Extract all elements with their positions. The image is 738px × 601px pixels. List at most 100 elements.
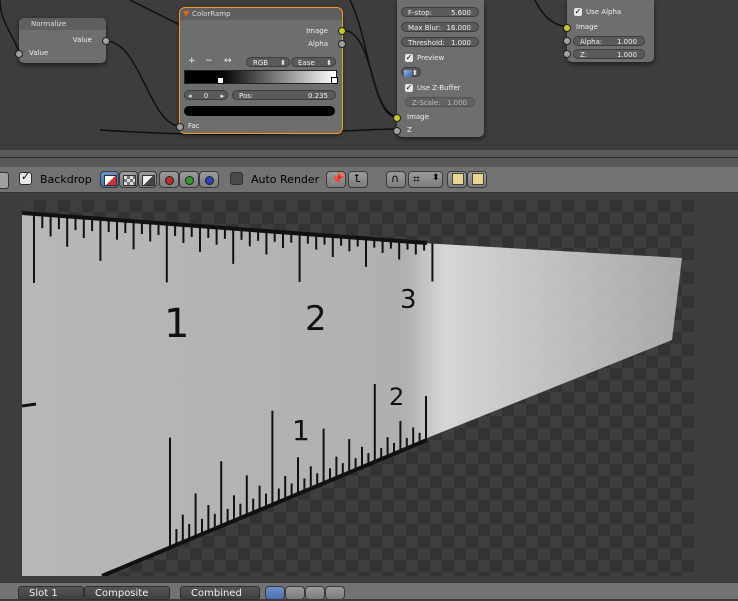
max-blur-value: 16.000: [446, 24, 472, 32]
defocus-input-z-label: Z: [407, 126, 412, 134]
use-zbuffer-label: Use Z-Buffer: [417, 84, 461, 92]
fstop-label: F-stop:: [408, 9, 433, 17]
preview-checkbox[interactable]: ✓: [405, 54, 413, 62]
blue-channel-button[interactable]: [199, 171, 219, 188]
snap-element-select[interactable]: ⌗ ⬍: [408, 171, 443, 188]
z-label: Z:: [580, 51, 588, 59]
image-value: Composite: [95, 588, 149, 599]
color-swatch[interactable]: [184, 106, 335, 116]
alpha-field[interactable]: Alpha: 1.000: [573, 36, 645, 46]
colorramp-output-alpha-label: Alpha: [308, 40, 328, 48]
header-edge-button[interactable]: [0, 172, 9, 189]
fstop-field[interactable]: F-stop: 5.600: [401, 7, 479, 17]
interpolation-select[interactable]: Ease ⬍: [291, 57, 336, 67]
normalize-node[interactable]: Normalize Value Value: [15, 18, 110, 63]
parent-tree-button[interactable]: ⮤: [348, 171, 368, 188]
alpha-button[interactable]: [119, 171, 138, 188]
arrow-left-icon: ◂: [188, 92, 192, 100]
zscale-value: 1.000: [446, 99, 467, 107]
upper-scale-label-3: 3: [400, 285, 417, 315]
pin-button[interactable]: 📌: [326, 171, 346, 188]
link-top-image: [349, 0, 398, 118]
blue-channel-icon: [205, 176, 214, 185]
normalize-input-socket[interactable]: [15, 50, 23, 58]
ramp-stop-handle-1[interactable]: [331, 77, 338, 84]
color-ramp-gradient[interactable]: [184, 70, 337, 84]
snap-toggle-button[interactable]: ∩: [386, 171, 406, 188]
defocus-input-image-label: Image: [407, 113, 429, 121]
threshold-label: Threshold:: [408, 39, 445, 47]
use-zbuffer-checkbox[interactable]: ✓: [405, 84, 413, 92]
red-channel-button[interactable]: [159, 171, 179, 188]
pos-field[interactable]: Pos: 0.235: [232, 90, 336, 100]
colorramp-node-title: ColorRamp: [192, 10, 231, 18]
composite-image-socket[interactable]: [563, 24, 571, 32]
colorramp-alpha-socket[interactable]: [338, 40, 346, 48]
colorramp-image-socket[interactable]: [338, 27, 346, 35]
arrow-up-icon: ⮤: [354, 172, 361, 185]
colorramp-input-fac-label: Fac: [188, 122, 200, 130]
paste-nodes-button[interactable]: [467, 171, 487, 188]
upper-scale-label-1: 1: [164, 301, 189, 347]
backdrop-area[interactable]: 1 2 3 1 2: [0, 193, 738, 582]
composite-alpha-socket[interactable]: [563, 37, 571, 45]
auto-render-label: Auto Render: [251, 173, 320, 186]
color-alpha-icon: [104, 175, 117, 186]
normalize-node-header[interactable]: Normalize: [19, 18, 106, 30]
collapse-arrow-icon[interactable]: ▼: [183, 8, 189, 20]
composite-z-socket[interactable]: [563, 50, 571, 58]
defocus-node[interactable]: F-stop: 5.600 Max Blur: 16.000 Threshold…: [393, 0, 484, 137]
arrow-right-icon: ▸: [220, 92, 224, 100]
copy-nodes-button[interactable]: [447, 171, 467, 188]
link-to-composite: [534, 0, 568, 28]
remove-stop-button[interactable]: −: [205, 56, 213, 66]
grid-snap-icon: ⌗: [413, 172, 420, 186]
auto-render-checkbox[interactable]: [230, 172, 243, 185]
normalize-input-label: Value: [29, 49, 49, 57]
z-field[interactable]: Z: 1.000: [573, 49, 645, 59]
bokeh-type-select[interactable]: ⬍: [401, 67, 421, 77]
node-editor-header: ✓ Backdrop Auto Render 📌 ⮤ ∩ ⌗ ⬍: [0, 167, 738, 193]
colorramp-node[interactable]: ▼ ColorRamp Image Alpha + − ↔ RGB ⬍ Ease…: [176, 7, 346, 134]
ruler-render: 1 2 3 1 2: [21, 211, 682, 578]
normalize-output-socket[interactable]: [102, 37, 110, 45]
flip-ramp-button[interactable]: ↔: [224, 56, 232, 66]
alpha-label: Alpha:: [580, 38, 603, 46]
zscale-field[interactable]: Z-Scale: 1.000: [405, 97, 475, 107]
alpha-value: 1.000: [616, 38, 637, 46]
lower-scale-label-2: 2: [389, 383, 404, 411]
threshold-value: 1.000: [450, 39, 471, 47]
link-colorramp-image: [341, 29, 398, 118]
ramp-stop-handle-0[interactable]: [217, 77, 224, 84]
use-alpha-checkbox[interactable]: ✓: [574, 8, 582, 16]
max-blur-field[interactable]: Max Blur: 16.000: [401, 22, 479, 32]
pos-value: 0.235: [307, 92, 328, 100]
color-button[interactable]: [138, 171, 157, 188]
area-divider[interactable]: [0, 150, 738, 168]
ruler-tape: [22, 213, 682, 576]
color-alpha-button[interactable]: [100, 171, 119, 188]
threshold-field[interactable]: Threshold: 1.000: [401, 37, 479, 47]
fstop-value: 5.600: [450, 9, 471, 17]
z-value: 1.000: [616, 51, 637, 59]
defocus-z-socket[interactable]: [393, 127, 401, 135]
green-channel-button[interactable]: [179, 171, 199, 188]
interpolation-value: Ease: [298, 59, 315, 67]
chevron-updown-icon: ⬍: [412, 69, 418, 77]
stop-index-field[interactable]: ◂ 0 ▸: [184, 90, 228, 100]
magnet-icon: ∩: [391, 172, 400, 185]
defocus-image-socket[interactable]: [393, 114, 401, 122]
color-mode-select[interactable]: RGB ⬍: [246, 57, 290, 67]
composite-node[interactable]: ✓ Use Alpha Image Alpha: 1.000 Z: 1.000: [563, 0, 654, 62]
colorramp-fac-socket[interactable]: [176, 123, 184, 131]
add-stop-button[interactable]: +: [188, 56, 196, 66]
link-to-normalize: [0, 0, 21, 54]
pin-icon: 📌: [331, 172, 345, 185]
left-edge-tick: [21, 402, 37, 408]
lower-scale-label-1: 1: [292, 414, 310, 447]
stop-index-value: 0: [203, 92, 209, 100]
colorramp-node-header[interactable]: ▼ ColorRamp: [180, 8, 342, 20]
image-icon: [404, 69, 412, 77]
node-editor[interactable]: Normalize Value Value ▼ ColorRamp Image …: [0, 0, 738, 150]
backdrop-checkbox[interactable]: ✓: [19, 170, 32, 185]
